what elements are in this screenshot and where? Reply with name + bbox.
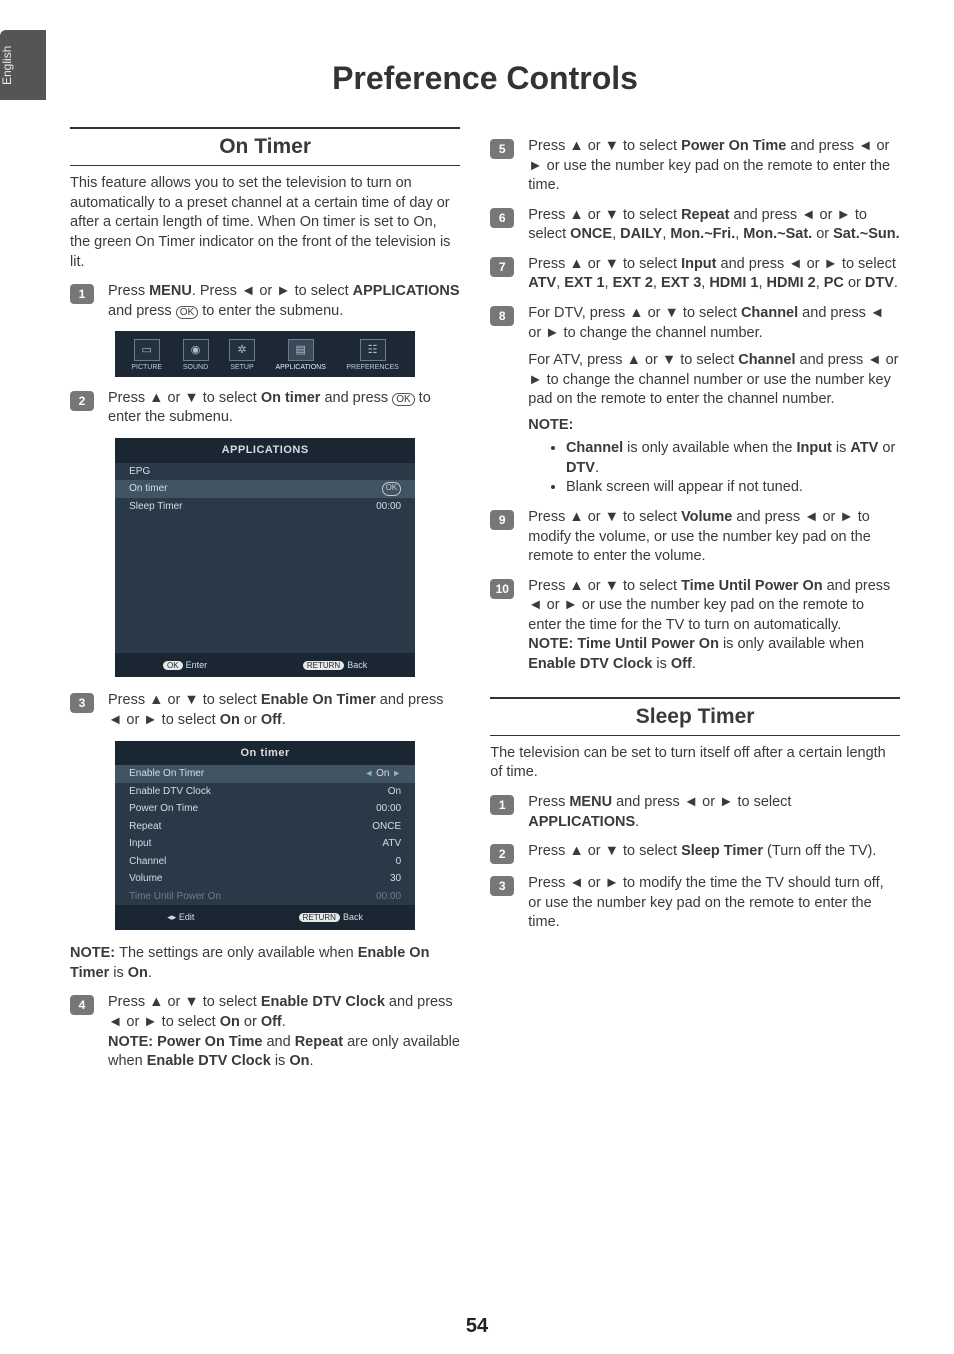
step-badge: 7 bbox=[490, 257, 514, 277]
sleep-timer-heading: Sleep Timer bbox=[490, 697, 900, 736]
step-7: 7 Press ▲ or ▼ to select Input and press… bbox=[490, 255, 900, 294]
ok-icon: OK bbox=[176, 306, 198, 319]
step-badge: 2 bbox=[490, 844, 514, 864]
step-badge: 1 bbox=[490, 795, 514, 815]
picture-icon: ▭ bbox=[134, 339, 160, 361]
sleep-step-2: 2 Press ▲ or ▼ to select Sleep Timer (Tu… bbox=[490, 842, 900, 864]
step-3: 3 Press ▲ or ▼ to select Enable On Timer… bbox=[70, 691, 460, 730]
step-5: 5 Press ▲ or ▼ to select Power On Time a… bbox=[490, 137, 900, 196]
sleep-step-1: 1 Press MENU and press ◄ or ► to select … bbox=[490, 793, 900, 832]
osd-menubar: ▭PICTURE ◉SOUND ✲SETUP ▤APPLICATIONS ☷PR… bbox=[115, 331, 415, 376]
step-6: 6 Press ▲ or ▼ to select Repeat and pres… bbox=[490, 206, 900, 245]
on-timer-intro: This feature allows you to set the telev… bbox=[70, 174, 460, 272]
step-badge: 6 bbox=[490, 208, 514, 228]
preferences-icon: ☷ bbox=[360, 339, 386, 361]
step-8: 8 For DTV, press ▲ or ▼ to select Channe… bbox=[490, 304, 900, 498]
step-badge: 3 bbox=[490, 876, 514, 896]
step-badge: 2 bbox=[70, 391, 94, 411]
step-9: 9 Press ▲ or ▼ to select Volume and pres… bbox=[490, 508, 900, 567]
step-1: 1 Press MENU. Press ◄ or ► to select APP… bbox=[70, 282, 460, 321]
left-column: On Timer This feature allows you to set … bbox=[70, 127, 460, 1082]
step-badge: 8 bbox=[490, 306, 514, 326]
osd-on-timer: On timer Enable On Timer◄ On ► Enable DT… bbox=[115, 741, 415, 931]
on-timer-heading: On Timer bbox=[70, 127, 460, 166]
applications-icon: ▤ bbox=[288, 339, 314, 361]
ok-icon: OK bbox=[392, 393, 414, 406]
page-title: Preference Controls bbox=[70, 60, 900, 97]
step-badge: 3 bbox=[70, 693, 94, 713]
step-badge: 10 bbox=[490, 579, 514, 599]
osd-applications: APPLICATIONS EPG On timerOK Sleep Timer0… bbox=[115, 438, 415, 678]
edit-icon: ◂▸ bbox=[167, 912, 176, 922]
step-badge: 9 bbox=[490, 510, 514, 530]
setup-icon: ✲ bbox=[229, 339, 255, 361]
sleep-intro: The television can be set to turn itself… bbox=[490, 744, 900, 783]
sound-icon: ◉ bbox=[183, 339, 209, 361]
language-tab: English bbox=[0, 30, 46, 100]
page-content: Preference Controls On Timer This featur… bbox=[70, 40, 900, 1082]
step-4: 4 Press ▲ or ▼ to select Enable DTV Cloc… bbox=[70, 993, 460, 1071]
right-column: 5 Press ▲ or ▼ to select Power On Time a… bbox=[490, 127, 900, 1082]
step-2: 2 Press ▲ or ▼ to select On timer and pr… bbox=[70, 389, 460, 428]
sleep-step-3: 3 Press ◄ or ► to modify the time the TV… bbox=[490, 874, 900, 933]
step-badge: 5 bbox=[490, 139, 514, 159]
step-badge: 1 bbox=[70, 284, 94, 304]
page-number: 54 bbox=[0, 1315, 954, 1338]
step-badge: 4 bbox=[70, 995, 94, 1015]
note-step3: NOTE: The settings are only available wh… bbox=[70, 944, 460, 983]
step-10: 10 Press ▲ or ▼ to select Time Until Pow… bbox=[490, 577, 900, 675]
